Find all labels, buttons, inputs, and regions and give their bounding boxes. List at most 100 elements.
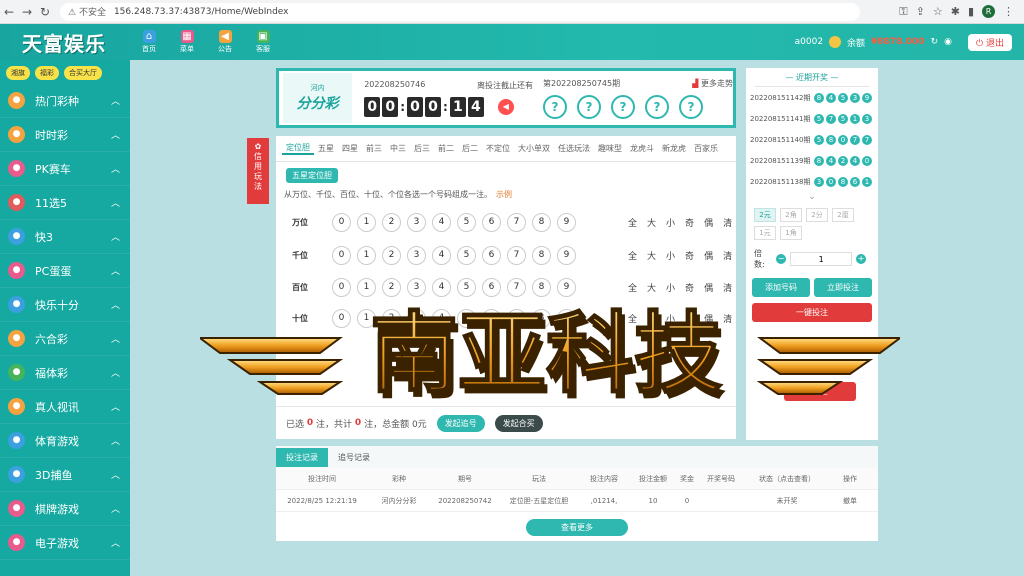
play-tab[interactable]: 趣味型 (594, 143, 626, 154)
chevron-up-icon[interactable]: ︿ (111, 94, 120, 107)
quick-pick-option[interactable]: 奇 (685, 281, 694, 294)
sidebar-item[interactable]: ● 时时彩 ︿ (0, 118, 130, 152)
quick-link[interactable]: 福彩 (35, 66, 59, 80)
multiple-input[interactable] (790, 252, 853, 266)
play-tab[interactable]: 任选玩法 (554, 143, 594, 154)
refresh-icon[interactable]: ↻ (931, 37, 939, 47)
play-tab[interactable]: 不定位 (482, 143, 514, 154)
sidebar-item[interactable]: ● PC蛋蛋 ︿ (0, 254, 130, 288)
trend-link[interactable]: ▟ 更多走势 (692, 78, 733, 89)
speaker-icon[interactable]: ◀ (497, 98, 514, 115)
play-tab[interactable]: 中三 (386, 143, 410, 154)
number-ball[interactable]: 4 (432, 277, 451, 297)
quick-pick-option[interactable]: 小 (666, 281, 675, 294)
number-ball[interactable]: 5 (457, 277, 476, 297)
unit-option[interactable]: 1角 (780, 226, 802, 240)
number-ball[interactable]: 3 (407, 212, 426, 232)
number-ball[interactable]: 8 (532, 308, 551, 328)
number-ball[interactable]: 3 (407, 245, 426, 265)
sidebar-item[interactable]: ● 快3 ︿ (0, 220, 130, 254)
quick-pick-option[interactable]: 奇 (685, 312, 694, 325)
quick-pick-option[interactable]: 大 (647, 281, 656, 294)
chevron-up-icon[interactable]: ︿ (111, 264, 120, 277)
play-tab[interactable]: 定位胆 (282, 142, 314, 155)
number-ball[interactable]: 2 (382, 308, 401, 328)
sidebar-item[interactable]: ● 快乐十分 ︿ (0, 288, 130, 322)
rule-example-link[interactable]: 示例 (496, 190, 512, 199)
extensions-icon[interactable]: ✱ (951, 5, 960, 18)
number-ball[interactable]: 1 (357, 277, 376, 297)
unit-option[interactable]: 2分 (806, 208, 828, 222)
play-tab[interactable]: 后三 (410, 143, 434, 154)
chevron-down-icon[interactable]: ⌄ (746, 192, 878, 202)
nav-home[interactable]: ⌂ 首页 (136, 30, 162, 54)
play-tab[interactable]: 新龙虎 (658, 143, 690, 154)
chevron-up-icon[interactable]: ︿ (111, 196, 120, 209)
sidebar-item[interactable]: ● 六合彩 ︿ (0, 322, 130, 356)
quick-pick-option[interactable]: 清 (723, 249, 732, 262)
key-icon[interactable]: ⚿ (899, 5, 907, 19)
clear-button[interactable]: 清空 (784, 382, 856, 401)
quick-pick-option[interactable]: 小 (666, 216, 675, 229)
chevron-up-icon[interactable]: ︿ (111, 468, 120, 481)
play-tab[interactable]: 百家乐 (690, 143, 722, 154)
quick-pick-option[interactable]: 奇 (685, 216, 694, 229)
play-tab[interactable]: 后二 (458, 143, 482, 154)
play-tab[interactable]: 龙虎斗 (626, 143, 658, 154)
reload-icon[interactable]: ↻ (36, 5, 54, 19)
unit-option[interactable]: 2厘 (832, 208, 854, 222)
subtab-five-star[interactable]: 五星定位胆 (286, 168, 338, 183)
quick-link[interactable]: 湘旗 (6, 66, 30, 80)
number-ball[interactable]: 0 (332, 245, 351, 265)
quick-pick-option[interactable]: 全 (628, 249, 637, 262)
chevron-up-icon[interactable]: ︿ (111, 298, 120, 311)
number-ball[interactable]: 6 (482, 212, 501, 232)
nav-menu[interactable]: ▦ 菜单 (174, 30, 200, 54)
number-ball[interactable]: 2 (382, 277, 401, 297)
menu-icon[interactable]: ⋮ (1003, 5, 1014, 18)
play-tab[interactable]: 五星 (314, 143, 338, 154)
number-ball[interactable]: 6 (482, 308, 501, 328)
nav-notice[interactable]: ◀ 公告 (212, 30, 238, 54)
number-ball[interactable]: 7 (507, 245, 526, 265)
site-logo[interactable]: 天富娱乐 (22, 28, 106, 57)
number-ball[interactable]: 5 (457, 308, 476, 328)
number-ball[interactable]: 4 (432, 212, 451, 232)
number-ball[interactable]: 3 (407, 308, 426, 328)
chevron-up-icon[interactable]: ︿ (111, 536, 120, 549)
share-icon[interactable]: ⇪ (916, 5, 925, 18)
join-buy-button[interactable]: 发起合买 (494, 414, 543, 432)
number-ball[interactable]: 6 (482, 245, 501, 265)
view-more-button[interactable]: 查看更多 (526, 519, 628, 536)
quick-pick-option[interactable]: 小 (666, 249, 675, 262)
chase-button[interactable]: 发起追号 (436, 414, 485, 432)
address-bar[interactable]: ⚠ 不安全 156.248.73.37:43873/Home/WebIndex (60, 2, 860, 21)
logout-button[interactable]: ⏻ 退出 (968, 33, 1012, 51)
quick-pick-option[interactable]: 清 (723, 312, 732, 325)
number-ball[interactable]: 5 (457, 212, 476, 232)
number-ball[interactable]: 4 (432, 245, 451, 265)
number-ball[interactable]: 2 (382, 212, 401, 232)
quick-pick-option[interactable]: 清 (723, 216, 732, 229)
number-ball[interactable]: 9 (557, 308, 576, 328)
star-icon[interactable]: ☆ (933, 5, 943, 18)
chevron-up-icon[interactable]: ︿ (111, 128, 120, 141)
chevron-up-icon[interactable]: ︿ (111, 366, 120, 379)
play-tab[interactable]: 四星 (338, 143, 362, 154)
number-ball[interactable]: 1 (357, 245, 376, 265)
tab-chase-records[interactable]: 追号记录 (328, 448, 380, 467)
number-ball[interactable]: 1 (357, 212, 376, 232)
minus-icon[interactable]: − (776, 254, 787, 264)
unit-option[interactable]: 2角 (780, 208, 802, 222)
profile-avatar[interactable]: R (982, 5, 995, 18)
sidebar-item[interactable]: ● 热门彩种 ︿ (0, 84, 130, 118)
unit-option[interactable]: 2元 (754, 208, 776, 222)
sidebar-item[interactable]: ● 福体彩 ︿ (0, 356, 130, 390)
number-ball[interactable]: 3 (407, 277, 426, 297)
chevron-up-icon[interactable]: ︿ (111, 400, 120, 413)
number-ball[interactable]: 2 (382, 245, 401, 265)
number-ball[interactable]: 0 (332, 212, 351, 232)
chevron-up-icon[interactable]: ︿ (111, 332, 120, 345)
number-ball[interactable]: 8 (532, 277, 551, 297)
number-ball[interactable]: 7 (507, 212, 526, 232)
